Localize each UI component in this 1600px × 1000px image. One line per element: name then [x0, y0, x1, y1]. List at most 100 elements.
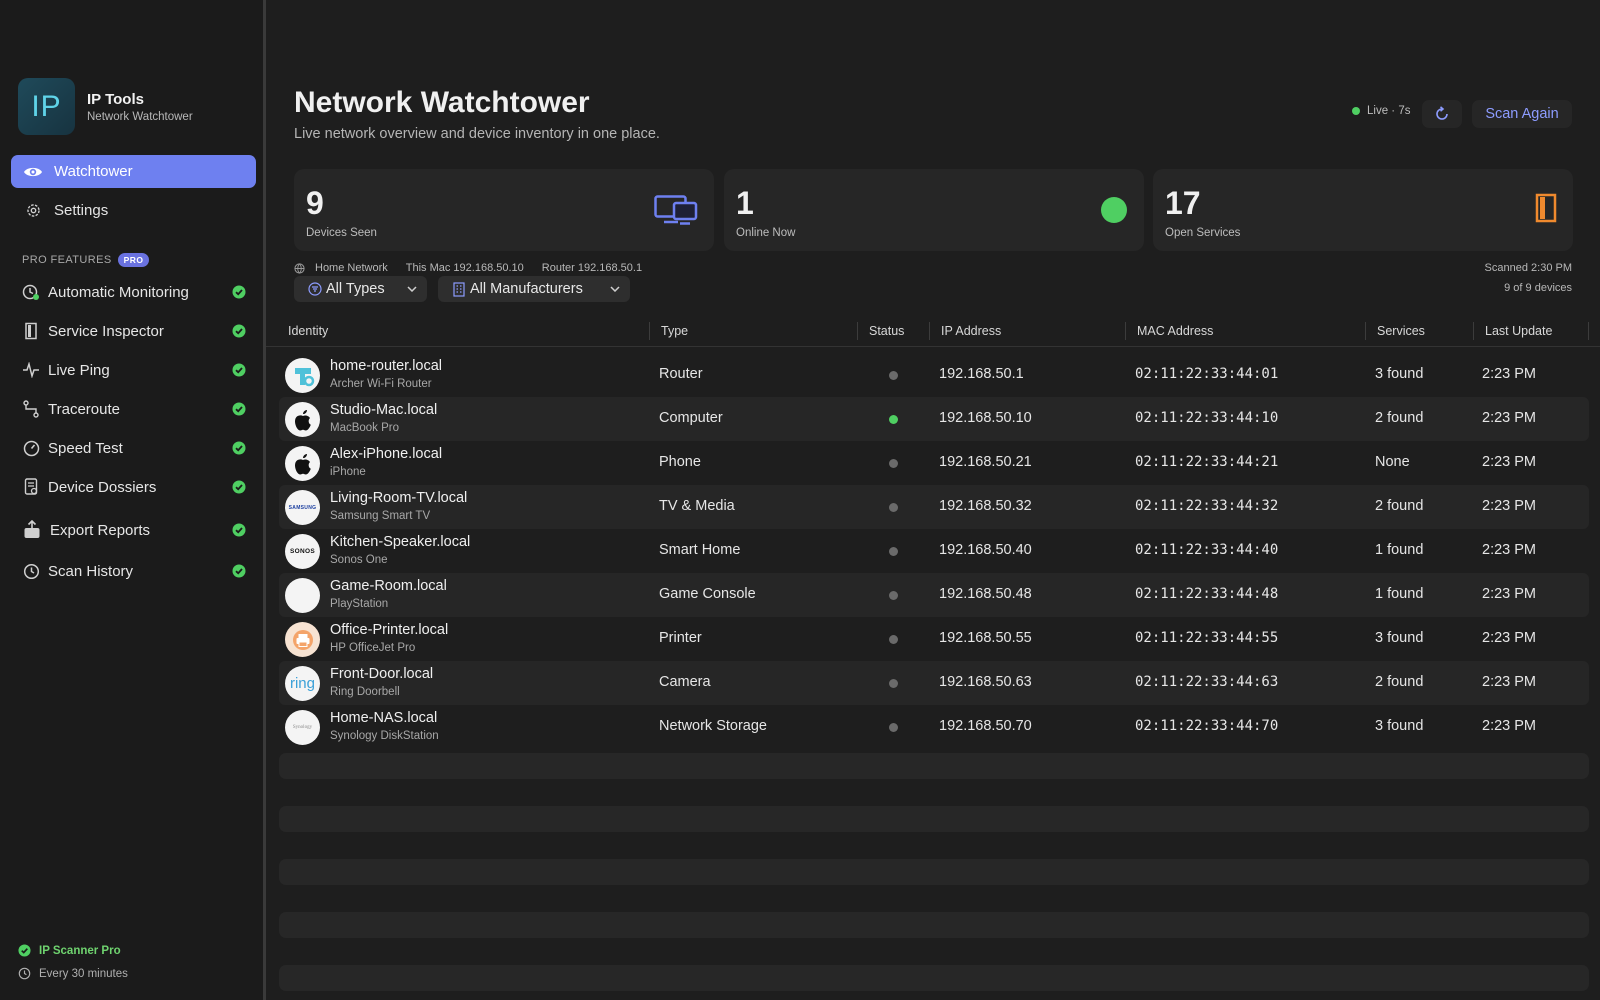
- chevron-down-icon: [407, 286, 417, 292]
- nav-item-label: Settings: [54, 202, 109, 219]
- pro-item-service-inspector[interactable]: Service Inspector: [22, 319, 246, 343]
- refresh-button[interactable]: [1422, 100, 1462, 128]
- pro-item-export-reports[interactable]: Export Reports: [22, 518, 246, 542]
- network-info: Home Network This Mac 192.168.50.10 Rout…: [294, 262, 660, 274]
- table-row[interactable]: Game-Room.local PlayStation Game Console…: [279, 573, 1589, 617]
- table-header: Identity Type Status IP Address MAC Addr…: [266, 320, 1600, 347]
- check-badge-icon: [232, 441, 246, 455]
- sidebar: IP IP Tools Network Watchtower Watchtowe…: [0, 0, 266, 1000]
- ring-logo-icon: ring: [285, 666, 320, 701]
- device-ip: 192.168.50.70: [939, 718, 1032, 734]
- column-header-services[interactable]: Services: [1377, 324, 1425, 338]
- pulse-icon: [22, 361, 40, 379]
- device-mac: 02:11:22:33:44:21: [1135, 454, 1279, 470]
- device-type: Router: [659, 366, 703, 382]
- app-subtitle: Network Watchtower: [87, 110, 193, 123]
- nav-item-settings[interactable]: Settings: [11, 194, 256, 227]
- check-badge-icon: [232, 564, 246, 578]
- table-row[interactable]: Studio-Mac.local MacBook Pro Computer 19…: [279, 397, 1589, 441]
- table-row[interactable]: Synology Home-NAS.local Synology DiskSta…: [279, 705, 1589, 749]
- device-services: 2 found: [1375, 498, 1424, 514]
- column-header-status[interactable]: Status: [869, 324, 904, 338]
- pro-item-automatic-monitoring[interactable]: Automatic Monitoring: [22, 280, 246, 304]
- status-online-icon: [889, 415, 898, 424]
- empty-row: [279, 965, 1589, 991]
- device-last-update: 2:23 PM: [1482, 586, 1536, 602]
- app-title: IP Tools: [87, 90, 144, 108]
- table-row[interactable]: Alex-iPhone.local iPhone Phone 192.168.5…: [279, 441, 1589, 485]
- synology-logo-icon: Synology: [285, 710, 320, 745]
- device-name: Office-Printer.local: [330, 622, 449, 638]
- table-row[interactable]: SAMSUNG Living-Room-TV.local Samsung Sma…: [279, 485, 1589, 529]
- scan-again-button[interactable]: Scan Again: [1472, 100, 1572, 128]
- card-value: 17: [1165, 185, 1201, 221]
- pro-item-live-ping[interactable]: Live Ping: [22, 358, 246, 382]
- check-badge-icon: [232, 363, 246, 377]
- document-icon: [22, 478, 40, 496]
- pro-item-scan-history[interactable]: Scan History: [22, 559, 246, 583]
- nav-item-label: Watchtower: [54, 163, 133, 180]
- device-type: Smart Home: [659, 542, 741, 558]
- device-mac: 02:11:22:33:44:10: [1135, 410, 1279, 426]
- pro-item-speed-test[interactable]: Speed Test: [22, 436, 246, 460]
- device-model: PlayStation: [330, 598, 389, 610]
- pro-badge: PRO: [117, 253, 150, 267]
- scanned-time: Scanned 2:30 PM: [1484, 262, 1572, 274]
- app-logo: IP: [18, 78, 75, 135]
- chevron-down-icon: [610, 286, 620, 292]
- status-offline-icon: [889, 371, 898, 380]
- device-ip: 192.168.50.21: [939, 454, 1032, 470]
- device-ip: 192.168.50.63: [939, 674, 1032, 690]
- manufacturer-filter-select[interactable]: All Manufacturers: [438, 276, 630, 302]
- check-badge-icon: [232, 285, 246, 299]
- tplink-logo-icon: [285, 358, 320, 393]
- router-address: Router 192.168.50.1: [541, 262, 643, 274]
- device-last-update: 2:23 PM: [1482, 630, 1536, 646]
- column-header-identity[interactable]: Identity: [288, 324, 328, 338]
- table-row[interactable]: Office-Printer.local HP OfficeJet Pro Pr…: [279, 617, 1589, 661]
- nav-item-watchtower[interactable]: Watchtower: [11, 155, 256, 188]
- device-type: Phone: [659, 454, 701, 470]
- column-header-type[interactable]: Type: [661, 324, 688, 338]
- export-icon: [22, 520, 42, 539]
- device-model: Ring Doorbell: [330, 686, 400, 698]
- type-filter-select[interactable]: All Types: [294, 276, 427, 302]
- table-row[interactable]: SONOS Kitchen-Speaker.local Sonos One Sm…: [279, 529, 1589, 573]
- status-offline-icon: [889, 547, 898, 556]
- pro-item-device-dossiers[interactable]: Device Dossiers: [22, 475, 246, 499]
- column-header-ip-address[interactable]: IP Address: [941, 324, 1001, 338]
- status-offline-icon: [889, 459, 898, 468]
- device-mac: 02:11:22:33:44:48: [1135, 586, 1279, 602]
- device-mac: 02:11:22:33:44:40: [1135, 542, 1279, 558]
- column-header-mac-address[interactable]: MAC Address: [1137, 324, 1213, 338]
- empty-row: [279, 753, 1589, 779]
- sonos-logo-icon: SONOS: [285, 534, 320, 569]
- pro-item-traceroute[interactable]: Traceroute: [22, 397, 246, 421]
- device-ip: 192.168.50.40: [939, 542, 1032, 558]
- device-count: 9 of 9 devices: [1504, 282, 1572, 294]
- card-value: 1: [736, 185, 754, 221]
- scan-interval: Every 30 minutes: [18, 967, 128, 980]
- devices-icon: [654, 195, 698, 225]
- device-ip: 192.168.50.55: [939, 630, 1032, 646]
- online-dot-icon: [1101, 197, 1127, 223]
- device-services: 2 found: [1375, 410, 1424, 426]
- device-name: Game-Room.local: [330, 578, 447, 594]
- device-model: Archer Wi-Fi Router: [330, 378, 432, 390]
- page-subtitle: Live network overview and device invento…: [294, 126, 660, 142]
- this-mac-address: This Mac 192.168.50.10: [405, 262, 524, 274]
- table-row[interactable]: ring Front-Door.local Ring Doorbell Came…: [279, 661, 1589, 705]
- card-label: Open Services: [1165, 227, 1241, 239]
- status-offline-icon: [889, 503, 898, 512]
- device-model: Synology DiskStation: [330, 730, 439, 742]
- live-indicator: Live · 7s: [1352, 105, 1410, 117]
- device-type: Camera: [659, 674, 711, 690]
- table-row[interactable]: home-router.local Archer Wi-Fi Router Ro…: [279, 353, 1589, 397]
- history-icon: [22, 562, 40, 580]
- check-badge-icon: [232, 402, 246, 416]
- device-mac: 02:11:22:33:44:63: [1135, 674, 1279, 690]
- device-type: Computer: [659, 410, 723, 426]
- device-services: 3 found: [1375, 718, 1424, 734]
- column-header-last-update[interactable]: Last Update: [1485, 324, 1552, 338]
- device-services: 1 found: [1375, 542, 1424, 558]
